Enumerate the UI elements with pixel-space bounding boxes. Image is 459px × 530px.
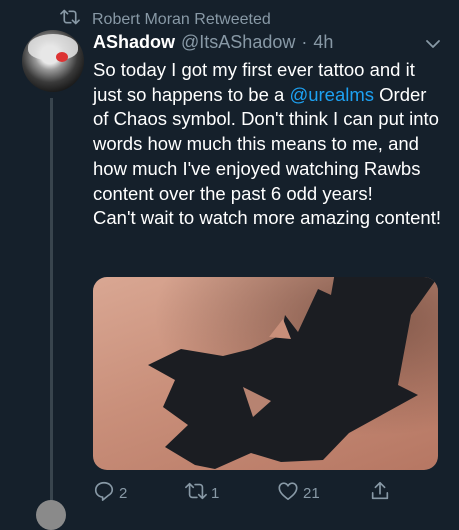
- reply-icon: [93, 480, 115, 506]
- tweet-text-part: Order of Chaos symbol. Don't think I can…: [93, 83, 442, 229]
- retweet-icon: [185, 480, 207, 506]
- like-count: 21: [303, 484, 320, 502]
- display-name[interactable]: AShadow: [93, 32, 175, 53]
- retweet-label: Robert Moran Retweeted: [92, 10, 271, 28]
- heart-icon: [277, 480, 299, 506]
- avatar[interactable]: [22, 30, 84, 92]
- tweet-header: AShadow @ItsAShadow · 4h: [93, 32, 439, 53]
- share-button[interactable]: [369, 480, 391, 506]
- retweet-context[interactable]: Robert Moran Retweeted: [60, 8, 271, 31]
- next-tweet-avatar[interactable]: [36, 500, 66, 530]
- thread-line: [50, 98, 53, 503]
- like-button[interactable]: 21: [277, 480, 320, 506]
- chevron-down-icon[interactable]: [425, 36, 441, 52]
- reply-button[interactable]: 2: [93, 480, 127, 506]
- retweet-count: 1: [211, 484, 220, 502]
- tweet-photo[interactable]: [93, 277, 438, 470]
- share-icon: [369, 480, 391, 506]
- user-handle[interactable]: @ItsAShadow: [181, 32, 295, 53]
- retweet-button[interactable]: 1: [185, 480, 219, 506]
- mention-link[interactable]: @urealms: [289, 84, 374, 105]
- tweet-text: So today I got my first ever tattoo and …: [93, 58, 443, 231]
- retweet-icon: [60, 8, 80, 31]
- tattoo-image: [148, 277, 438, 469]
- reply-count: 2: [119, 484, 128, 502]
- separator-dot: ·: [301, 32, 308, 52]
- tweet-actions: 2 1 21: [93, 480, 393, 504]
- timestamp[interactable]: 4h: [313, 32, 333, 53]
